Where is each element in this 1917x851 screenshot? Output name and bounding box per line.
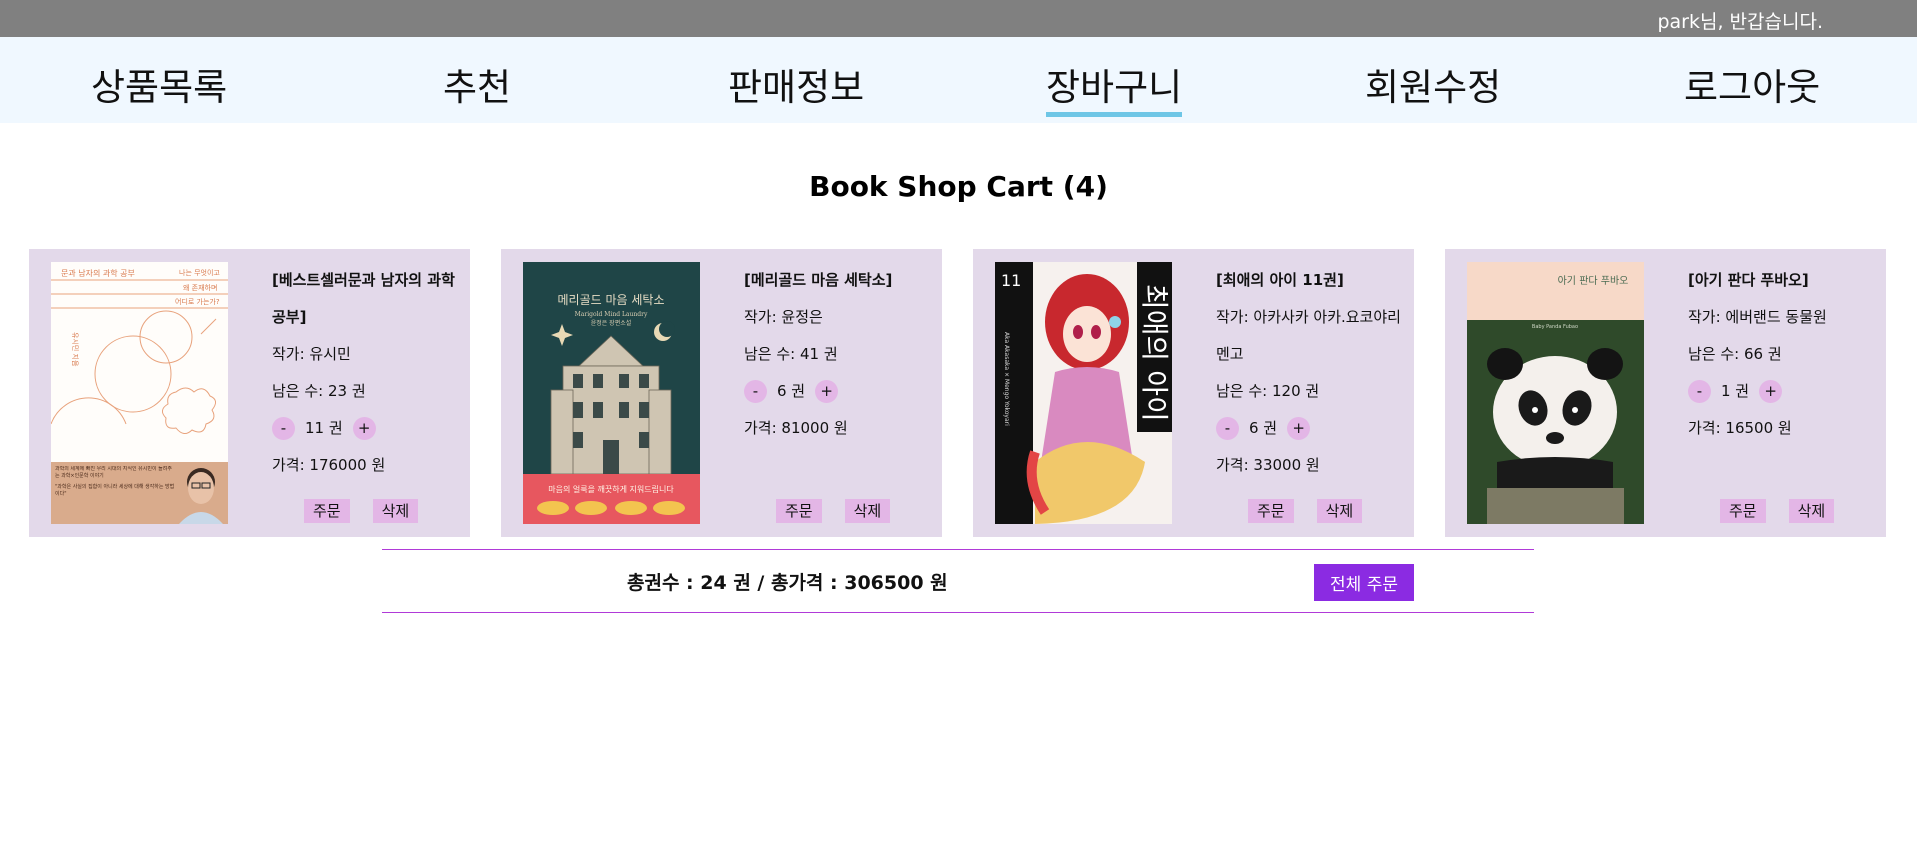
book-author: 작가: 유시민 <box>272 345 351 363</box>
book-title: [베스트셀러문과 남자의 과학 공부] <box>272 271 455 326</box>
svg-text:윤정은 장편소설: 윤정은 장편소설 <box>591 319 632 327</box>
book-cover-image: 아기 판다 푸바오 Baby Panda Fubao <box>1467 262 1644 524</box>
cart-item: 아기 판다 푸바오 Baby Panda Fubao [아기 판다 푸바오] 작… <box>1445 249 1886 537</box>
increase-quantity-button[interactable]: + <box>815 380 839 403</box>
book-author: 작가: 아카사카 아카.요코야리 멘고 <box>1216 308 1401 363</box>
order-button[interactable]: 주문 <box>1248 499 1294 523</box>
svg-text:마음의 얼룩을 깨끗하게 지워드립니다: 마음의 얼룩을 깨끗하게 지워드립니다 <box>548 484 674 494</box>
cart-summary: 총권수 : 24 권 / 총가격 : 306500 원 전체 주문 <box>382 549 1534 613</box>
book-title: [메리골드 마음 세탁소] <box>744 271 893 289</box>
increase-quantity-button[interactable]: + <box>352 417 376 440</box>
delete-button[interactable]: 삭제 <box>1788 499 1835 523</box>
delete-button[interactable]: 삭제 <box>844 499 891 523</box>
book-info: [아기 판다 푸바오] 작가: 에버랜드 동물원 남은 수: 66 권 - 1 … <box>1688 262 1873 447</box>
item-actions: 주문 삭제 <box>776 499 891 523</box>
svg-text:나는 무엇이고: 나는 무엇이고 <box>179 268 220 277</box>
book-price: 가격: 33000 원 <box>1216 456 1320 474</box>
order-button[interactable]: 주문 <box>776 499 822 523</box>
book-price: 가격: 81000 원 <box>744 419 848 437</box>
nav-item-cart[interactable]: 장바구니 <box>1046 57 1183 117</box>
svg-text:Aka Akasaka × Mengo Yokoyari: Aka Akasaka × Mengo Yokoyari <box>1003 332 1010 426</box>
book-info: [베스트셀러문과 남자의 과학 공부] 작가: 유시민 남은 수: 23 권 -… <box>272 262 457 484</box>
decrease-quantity-button[interactable]: - <box>272 417 295 440</box>
nav-item-products[interactable]: 상품목록 <box>91 57 227 111</box>
book-cover-image: 문과 남자의 과학 공부 나는 무엇이고 왜 존재하며 어디로 가는가? 유시민… <box>51 262 228 524</box>
book-author: 작가: 에버랜드 동물원 <box>1688 308 1827 326</box>
nav-item-recommend[interactable]: 추천 <box>443 57 511 111</box>
book-stock: 남은 수: 120 권 <box>1216 382 1320 400</box>
nav-item-edit-member[interactable]: 회원수정 <box>1365 57 1501 111</box>
delete-button[interactable]: 삭제 <box>1316 499 1363 523</box>
cart-item: 11 Aka Akasaka × Mengo Yokoyari 최애의 아이 [… <box>973 249 1414 537</box>
delete-button[interactable]: 삭제 <box>372 499 419 523</box>
svg-text:유시민 지음: 유시민 지음 <box>71 332 80 367</box>
book-cover-image: 메리골드 마음 세탁소 Marigold Mind Laundry 윤정은 장편… <box>523 262 700 524</box>
order-button[interactable]: 주문 <box>1720 499 1766 523</box>
nav-item-sales-info[interactable]: 판매정보 <box>728 57 864 111</box>
decrease-quantity-button[interactable]: - <box>744 380 767 403</box>
book-stock: 남은 수: 41 권 <box>744 345 838 363</box>
nav-item-logout[interactable]: 로그아웃 <box>1684 57 1820 111</box>
order-button[interactable]: 주문 <box>304 499 350 523</box>
quantity-stepper: - 6 권 + <box>1216 410 1401 447</box>
book-info: [최애의 아이 11권] 작가: 아카사카 아카.요코야리 멘고 남은 수: 1… <box>1216 262 1401 484</box>
page-title: Book Shop Cart (4) <box>809 170 1108 203</box>
svg-text:어디로 가는가?: 어디로 가는가? <box>175 297 220 306</box>
cart-item: 메리골드 마음 세탁소 Marigold Mind Laundry 윤정은 장편… <box>501 249 942 537</box>
book-info: [메리골드 마음 세탁소] 작가: 윤정은 남은 수: 41 권 - 6 권 +… <box>744 262 929 447</box>
book-price: 가격: 176000 원 <box>272 456 386 474</box>
greeting-text: park님, 반갑습니다. <box>1657 11 1823 33</box>
increase-quantity-button[interactable]: + <box>1759 380 1783 403</box>
nav-bar: 상품목록 추천 판매정보 장바구니 회원수정 로그아웃 <box>0 37 1917 123</box>
item-actions: 주문 삭제 <box>304 499 419 523</box>
cover-title-text: 메리골드 마음 세탁소 <box>558 293 665 307</box>
quantity-value: 1 권 <box>1721 382 1750 400</box>
cover-title-text: 아기 판다 푸바오 <box>1558 275 1629 287</box>
cart-total-text: 총권수 : 24 권 / 총가격 : 306500 원 <box>627 572 948 594</box>
svg-text:Baby Panda Fubao: Baby Panda Fubao <box>1532 324 1578 330</box>
decrease-quantity-button[interactable]: - <box>1688 380 1711 403</box>
quantity-stepper: - 11 권 + <box>272 410 457 447</box>
quantity-stepper: - 1 권 + <box>1688 373 1873 410</box>
quantity-stepper: - 6 권 + <box>744 373 929 410</box>
book-stock: 남은 수: 23 권 <box>272 382 366 400</box>
book-title: [아기 판다 푸바오] <box>1688 271 1809 289</box>
quantity-value: 6 권 <box>1249 419 1278 437</box>
increase-quantity-button[interactable]: + <box>1287 417 1311 440</box>
item-actions: 주문 삭제 <box>1720 499 1835 523</box>
svg-text:11: 11 <box>1001 271 1021 290</box>
top-bar: park님, 반갑습니다. <box>0 0 1917 37</box>
book-cover-image: 11 Aka Akasaka × Mengo Yokoyari 최애의 아이 <box>995 262 1172 524</box>
cart-item: 문과 남자의 과학 공부 나는 무엇이고 왜 존재하며 어디로 가는가? 유시민… <box>29 249 470 537</box>
quantity-value: 6 권 <box>777 382 806 400</box>
item-actions: 주문 삭제 <box>1248 499 1363 523</box>
book-title: [최애의 아이 11권] <box>1216 271 1344 289</box>
book-price: 가격: 16500 원 <box>1688 419 1792 437</box>
order-all-button[interactable]: 전체 주문 <box>1314 564 1414 601</box>
svg-text:Marigold Mind Laundry: Marigold Mind Laundry <box>575 311 648 318</box>
book-stock: 남은 수: 66 권 <box>1688 345 1782 363</box>
quantity-value: 11 권 <box>305 419 343 437</box>
cover-title-text: 문과 남자의 과학 공부 <box>61 268 135 278</box>
svg-text:왜 존재하며: 왜 존재하며 <box>183 283 217 292</box>
cover-title-text: 최애의 아이 <box>1138 284 1171 422</box>
decrease-quantity-button[interactable]: - <box>1216 417 1239 440</box>
book-author: 작가: 윤정은 <box>744 308 823 326</box>
